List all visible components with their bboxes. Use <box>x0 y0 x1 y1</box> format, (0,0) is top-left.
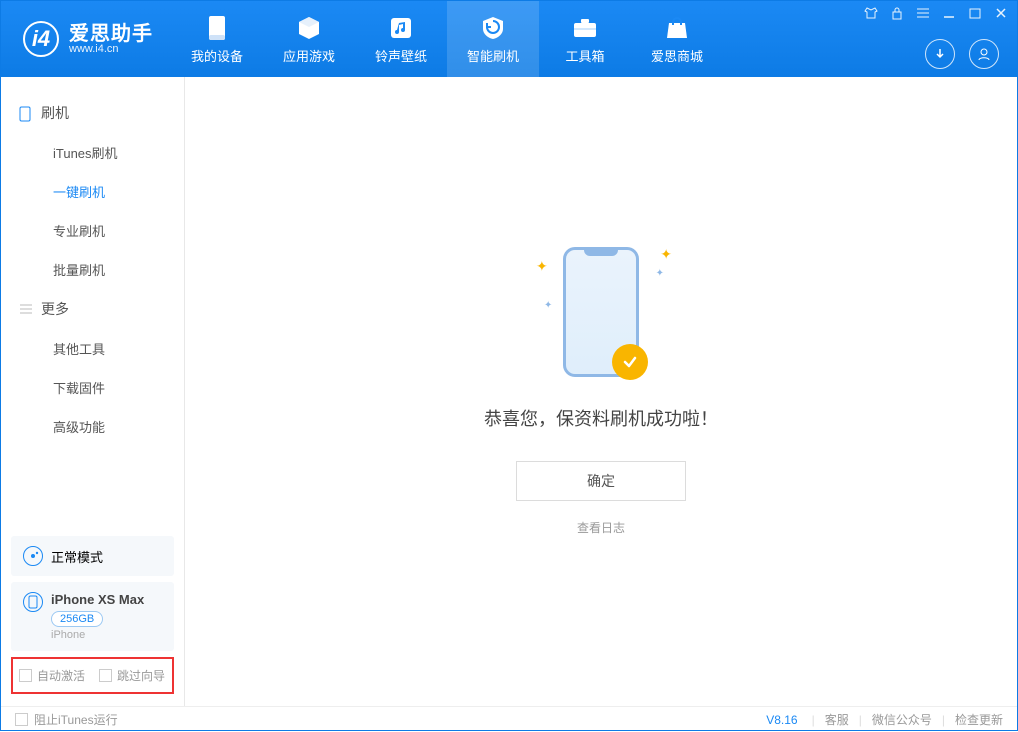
close-icon[interactable] <box>993 5 1009 21</box>
sidebar-item-download-firmware[interactable]: 下载固件 <box>1 368 184 407</box>
nav-my-device[interactable]: 我的设备 <box>171 1 263 77</box>
minimize-icon[interactable] <box>941 5 957 21</box>
sidebar-section-flash: 刷机 <box>1 93 184 133</box>
device-type: iPhone <box>51 629 144 641</box>
check-update-link[interactable]: 检查更新 <box>955 711 1003 728</box>
sidebar: 刷机 iTunes刷机 一键刷机 专业刷机 批量刷机 更多 其他工具 下载固件 … <box>1 77 185 706</box>
sidebar-item-advanced[interactable]: 高级功能 <box>1 407 184 446</box>
maximize-icon[interactable] <box>967 5 983 21</box>
music-icon <box>387 14 415 42</box>
app-name: 爱思助手 <box>69 24 153 44</box>
main-nav: 我的设备 应用游戏 铃声壁纸 智能刷机 工具箱 爱思商城 <box>171 1 723 77</box>
check-skip-guide[interactable]: 跳过向导 <box>99 667 165 684</box>
sidebar-item-oneclick-flash[interactable]: 一键刷机 <box>1 172 184 211</box>
checkbox-icon <box>19 669 32 682</box>
success-message: 恭喜您，保资料刷机成功啦！ <box>484 405 718 431</box>
mode-label: 正常模式 <box>51 547 103 566</box>
shirt-icon[interactable] <box>863 5 879 21</box>
device-name: iPhone XS Max <box>51 592 144 607</box>
device-storage: 256GB <box>51 611 103 627</box>
nav-store[interactable]: 爱思商城 <box>631 1 723 77</box>
view-log-link[interactable]: 查看日志 <box>577 519 625 536</box>
bag-icon <box>663 14 691 42</box>
main-content: ✦ ✦ ✦ ✦ 恭喜您，保资料刷机成功啦！ 确定 查看日志 <box>185 77 1017 706</box>
logo-icon: i4 <box>23 21 59 57</box>
statusbar: 阻止iTunes运行 V8.16 | 客服 | 微信公众号 | 检查更新 <box>1 706 1017 732</box>
list-icon <box>19 302 33 316</box>
briefcase-icon <box>571 14 599 42</box>
sparkle-icon: ✦ <box>660 246 672 263</box>
sparkle-icon: ✦ <box>536 258 548 275</box>
sidebar-item-itunes-flash[interactable]: iTunes刷机 <box>1 133 184 172</box>
mode-card[interactable]: 正常模式 <box>11 536 174 576</box>
support-link[interactable]: 客服 <box>825 711 849 728</box>
menu-icon[interactable] <box>915 5 931 21</box>
sidebar-item-pro-flash[interactable]: 专业刷机 <box>1 211 184 250</box>
nav-ringtones[interactable]: 铃声壁纸 <box>355 1 447 77</box>
check-auto-activate[interactable]: 自动激活 <box>19 667 85 684</box>
version-label: V8.16 <box>766 713 797 727</box>
device-card[interactable]: iPhone XS Max 256GB iPhone <box>11 582 174 651</box>
nav-toolbox[interactable]: 工具箱 <box>539 1 631 77</box>
success-illustration: ✦ ✦ ✦ ✦ <box>563 247 639 377</box>
window-controls <box>863 5 1009 21</box>
checkbox-icon <box>15 713 28 726</box>
device-card-icon <box>23 592 43 612</box>
device-icon <box>19 106 33 120</box>
cube-icon <box>295 14 323 42</box>
refresh-shield-icon <box>479 14 507 42</box>
highlighted-checks: 自动激活 跳过向导 <box>11 657 174 694</box>
app-url: www.i4.cn <box>69 44 153 55</box>
check-stop-itunes[interactable]: 阻止iTunes运行 <box>15 711 118 728</box>
sparkle-icon: ✦ <box>544 300 552 311</box>
mode-icon <box>23 546 43 566</box>
sidebar-section-more: 更多 <box>1 289 184 329</box>
nav-apps-games[interactable]: 应用游戏 <box>263 1 355 77</box>
header-actions <box>925 39 999 69</box>
sidebar-item-batch-flash[interactable]: 批量刷机 <box>1 250 184 289</box>
titlebar: i4 爱思助手 www.i4.cn 我的设备 应用游戏 铃声壁纸 智能刷机 工具… <box>1 1 1017 77</box>
download-button[interactable] <box>925 39 955 69</box>
app-logo: i4 爱思助手 www.i4.cn <box>1 21 171 57</box>
nav-smart-flash[interactable]: 智能刷机 <box>447 1 539 77</box>
ok-button[interactable]: 确定 <box>516 461 686 501</box>
sparkle-icon: ✦ <box>656 268 664 279</box>
lock-icon[interactable] <box>889 5 905 21</box>
user-button[interactable] <box>969 39 999 69</box>
phone-icon <box>203 14 231 42</box>
wechat-link[interactable]: 微信公众号 <box>872 711 932 728</box>
sidebar-item-other-tools[interactable]: 其他工具 <box>1 329 184 368</box>
checkbox-icon <box>99 669 112 682</box>
checkmark-badge-icon <box>612 344 648 380</box>
